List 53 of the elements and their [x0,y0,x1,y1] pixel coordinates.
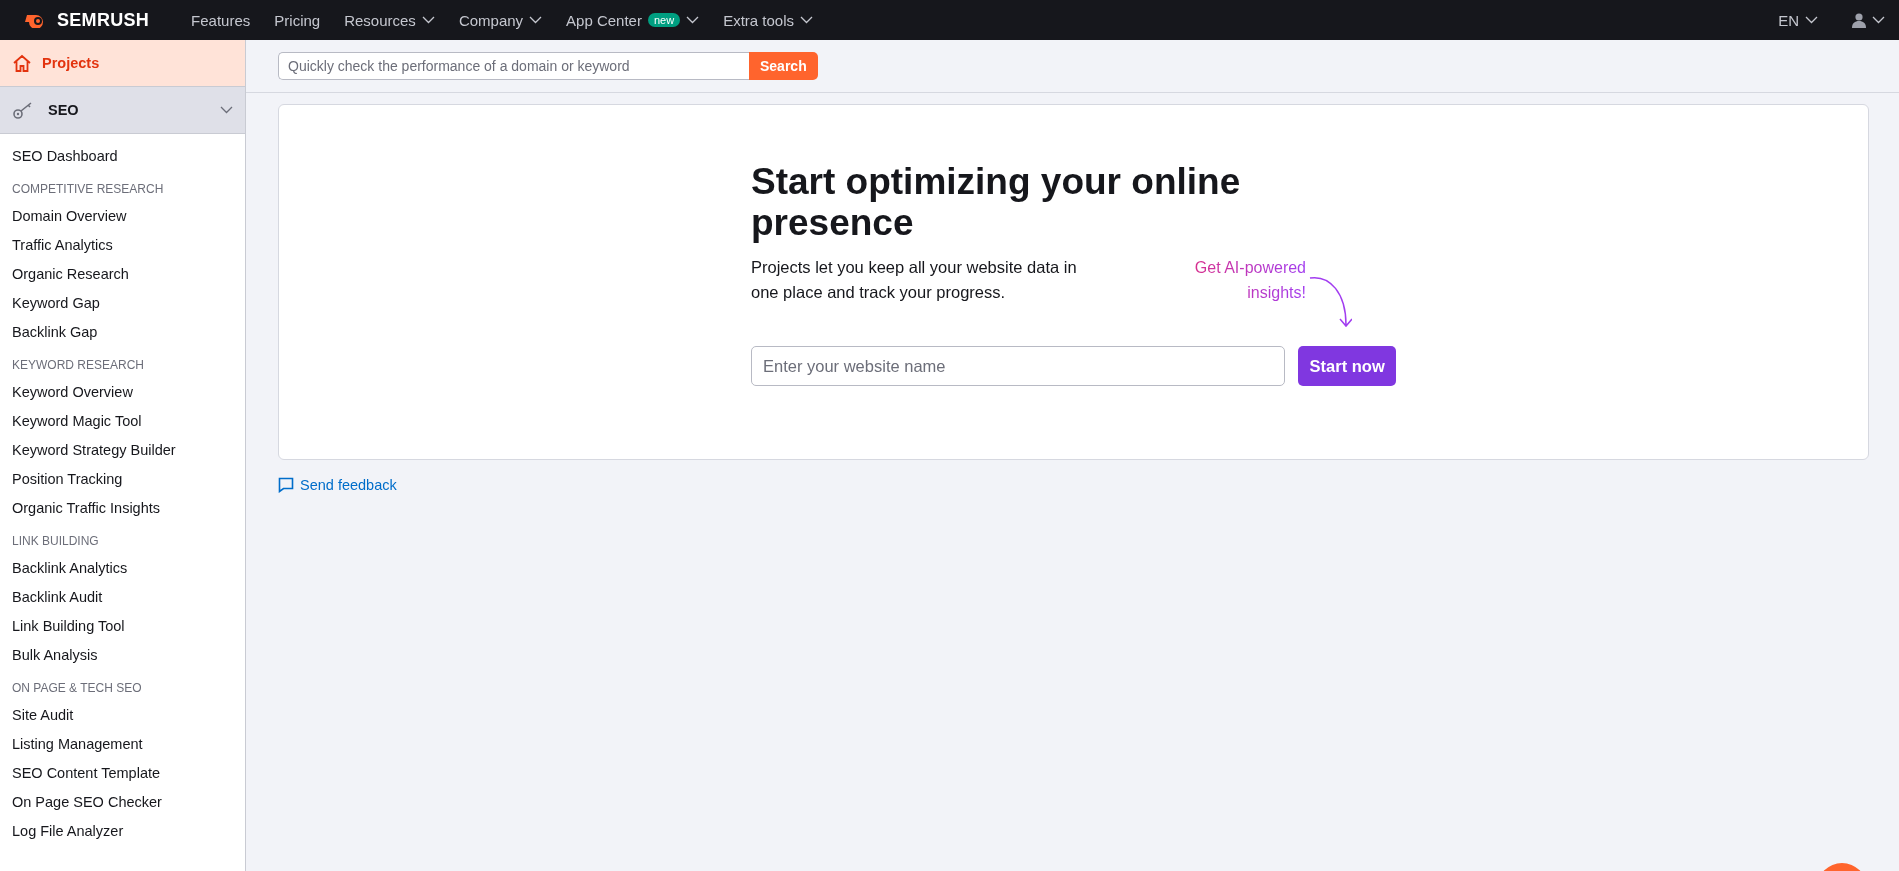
language-selector[interactable]: EN [1778,11,1818,29]
website-name-field[interactable]: Enter your website name [751,346,1286,386]
new-badge: new [647,13,681,27]
sidebar-item[interactable]: Organic Research [0,260,245,289]
user-icon [1852,12,1866,28]
send-feedback-link[interactable]: Send feedback [278,477,397,493]
sidebar-item[interactable]: Backlink Audit [0,583,245,612]
nav-link[interactable]: Company [458,11,543,29]
speech-bubble-icon [278,477,294,493]
home-icon [12,53,32,73]
sidebar-item[interactable]: Domain Overview [0,202,245,231]
sidebar-item[interactable]: SEO Content Template [0,759,245,788]
chevron-down-icon [1805,16,1818,24]
nav-link[interactable]: Features [191,11,251,29]
nav-link[interactable]: App Center new [566,11,700,29]
sidebar-item[interactable]: Position Tracking [0,465,245,494]
section-heading: ON PAGE & TECH SEO [11,680,143,697]
logo-text[interactable]: SEMRUSH [57,9,150,31]
section-heading: KEYWORD RESEARCH [11,357,146,374]
sidebar-item[interactable]: Log File Analyzer [0,817,245,846]
domain-search-field[interactable]: Quickly check the performance of a domain or keyword [278,52,749,80]
sidebar-item[interactable]: On Page SEO Checker [0,788,245,817]
sidebar-item[interactable]: Keyword Gap [0,289,245,318]
account-menu[interactable] [1852,12,1885,28]
chevron-down-icon [686,16,700,24]
sidebar-item[interactable]: Site Audit [0,701,245,730]
sidebar-item[interactable]: Listing Management [0,730,245,759]
sidebar-item[interactable]: SEO Dashboard [0,142,245,171]
sidebar-item[interactable]: Bulk Analysis [0,641,245,670]
chevron-down-icon [421,16,435,24]
nav-link[interactable]: Extra tools [723,11,814,29]
heading: Start optimizing your online presence [751,161,1242,243]
section-heading: COMPETITIVE RESEARCH [11,181,165,198]
sidebar-item[interactable]: Backlink Analytics [0,554,245,583]
sidebar-item[interactable]: Keyword Magic Tool [0,407,245,436]
chevron-down-icon [529,16,543,24]
curved-arrow-icon [1308,275,1352,330]
chevron-down-icon [800,16,814,24]
nav-link[interactable]: Pricing [274,11,321,29]
sidebar-item[interactable]: Backlink Gap [0,318,245,347]
sidebar-item[interactable]: Keyword Strategy Builder [0,436,245,465]
seo-section-toggle[interactable]: SEO [0,87,245,134]
sidebar-item[interactable]: Traffic Analytics [0,231,245,260]
sidebar-item[interactable]: Organic Traffic Insights [0,494,245,523]
chevron-down-icon [1872,16,1885,24]
projects-nav-item[interactable]: Projects [0,40,245,87]
start-now-button[interactable]: Start now [1298,346,1396,386]
chevron-down-icon [220,106,233,114]
nav-link[interactable]: Resources [344,11,435,29]
section-heading: LINK BUILDING [11,533,100,550]
description: Projects let you keep all your website data in one place and track your progress. [751,257,1078,303]
sidebar-item[interactable]: Link Building Tool [0,612,245,641]
sidebar-item[interactable]: Keyword Overview [0,378,245,407]
